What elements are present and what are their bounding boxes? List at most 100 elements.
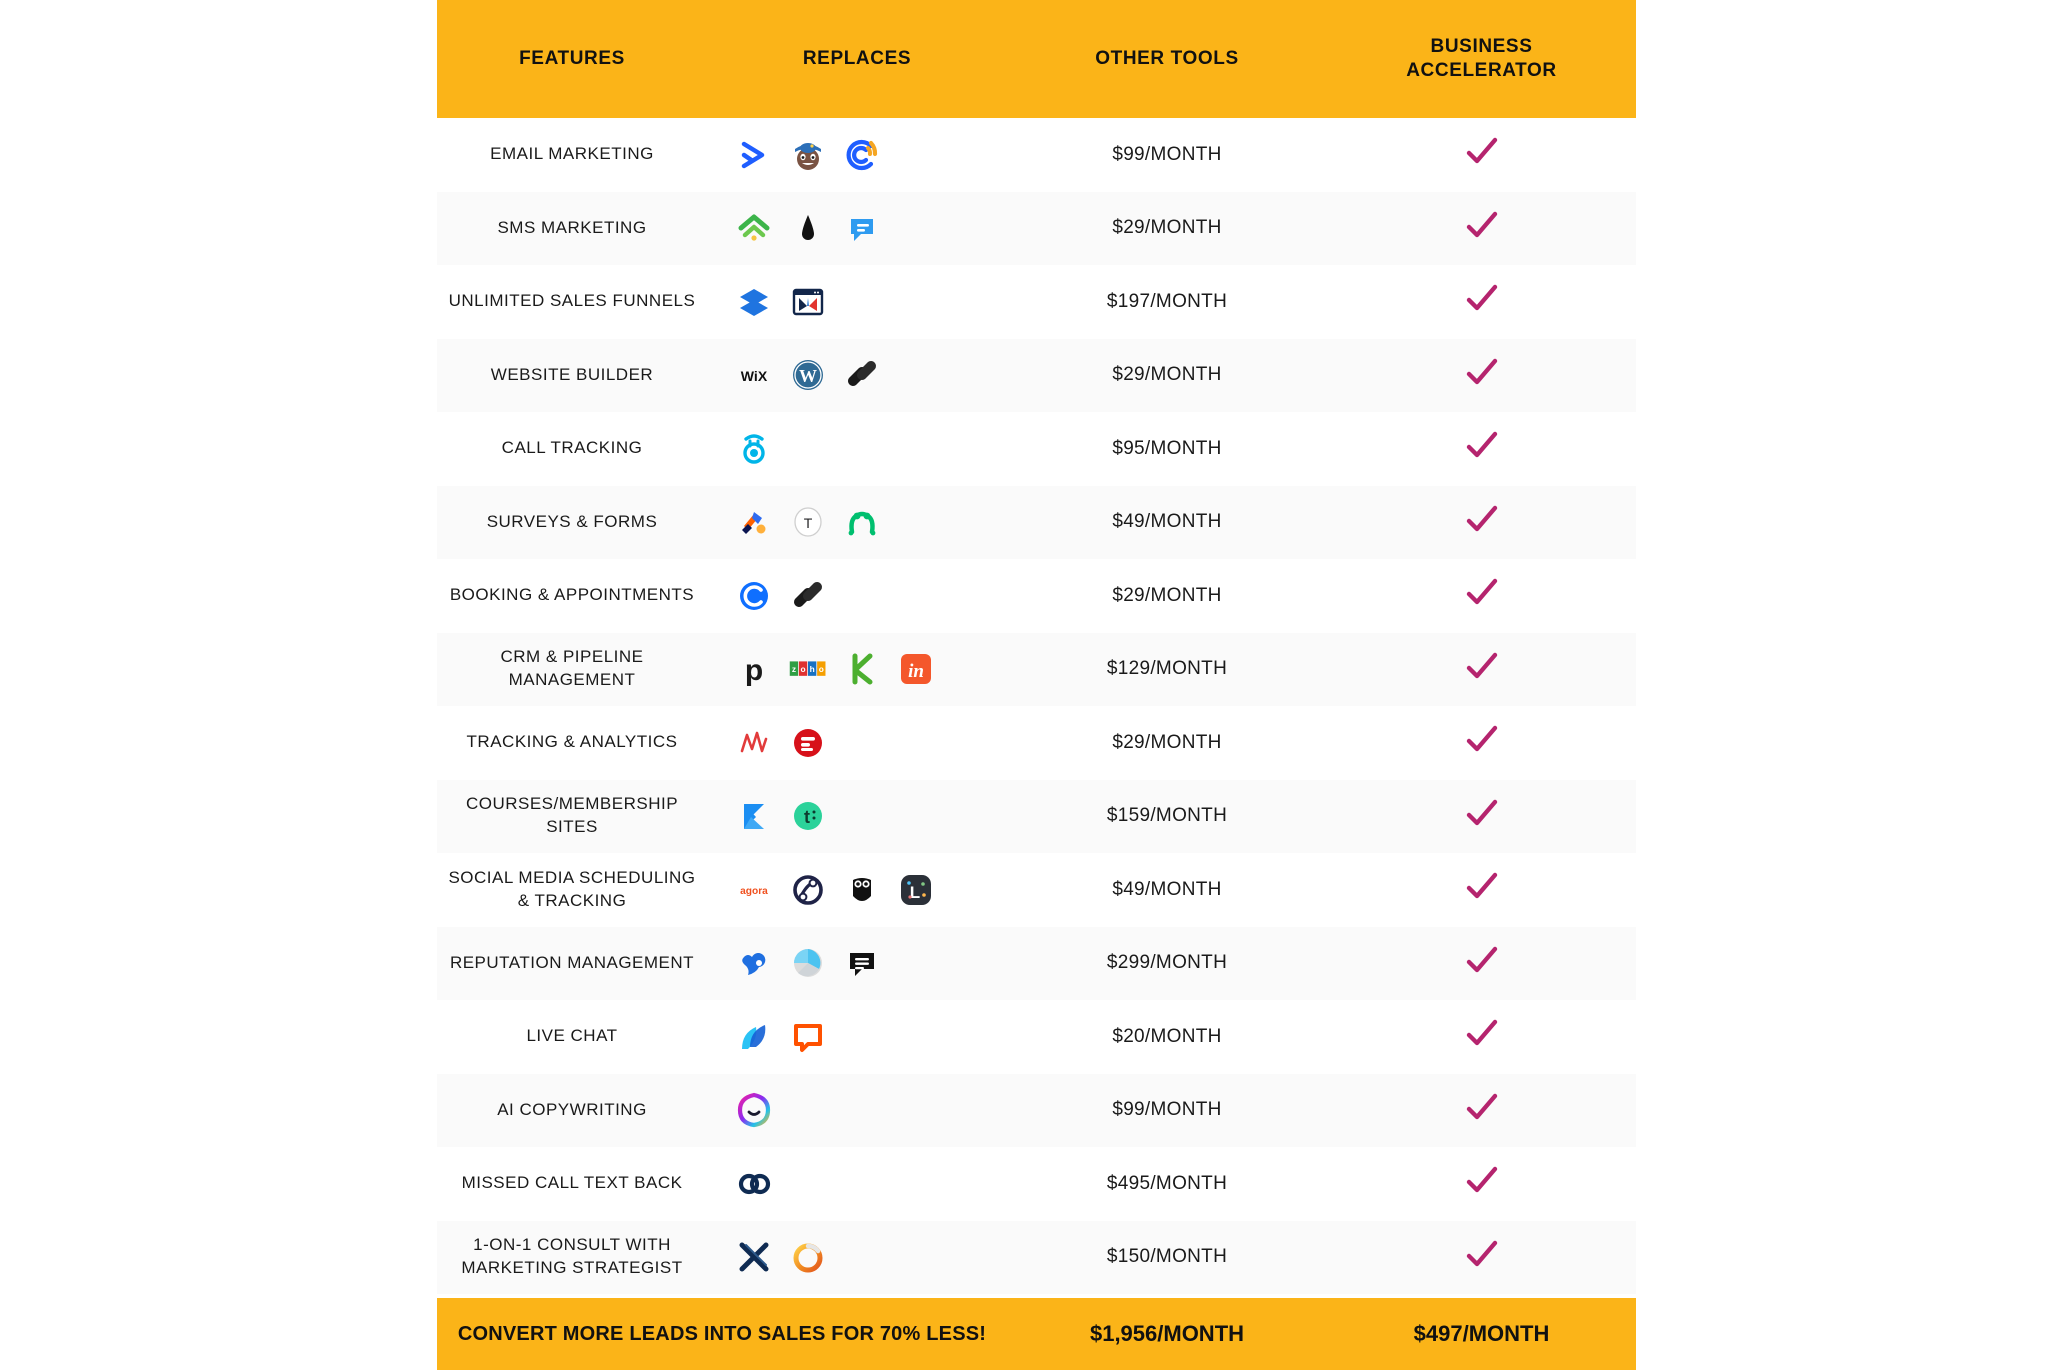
column-header-other-tools: OTHER TOOLS [1095,48,1239,70]
feature-name: MISSED CALL TEXT BACK [461,1173,683,1193]
feature-name: SURVEYS & FORMS [486,511,658,531]
comparison-table-page: FEATURES REPLACES OTHER TOOLS BUSINESS A… [0,0,2048,1372]
replaced-tools-logos [707,136,1007,174]
replaced-tools-logos: WiX W [707,356,1007,394]
business-accelerator-included [1327,723,1636,762]
business-accelerator-included [1327,209,1636,248]
table-row: SURVEYS & FORMS T $49/MONTH [437,485,1636,559]
birdeye-icon [735,944,773,982]
wix-icon: WiX [735,356,773,394]
table-row: SOCIAL MEDIA SCHEDULING & TRACKING agora L… [437,853,1636,927]
feature-name: 1-ON-1 CONSULT WITH MARKETING STRATEGIST [461,1235,683,1278]
kajabi-icon [735,797,773,835]
business-accelerator-included [1327,650,1636,689]
podium-icon [843,209,881,247]
table-row: COURSES/MEMBERSHIP SITES t $159/MONTH [437,779,1636,853]
other-tools-price: $299/MONTH [1106,952,1228,974]
calendly-icon [735,577,773,615]
constantcontact-icon [843,136,881,174]
svg-text:p: p [745,654,763,687]
table-row: 1-ON-1 CONSULT WITH MARKETING STRATEGIST… [437,1220,1636,1294]
column-header-features: FEATURES [519,48,625,70]
pricing-comparison-table: FEATURES REPLACES OTHER TOOLS BUSINESS A… [437,0,1636,1372]
feature-name: AI COPYWRITING [497,1099,647,1119]
column-header-replaces: REPLACES [802,48,912,70]
surveymonkey-icon [843,503,881,541]
other-tools-price: $95/MONTH [1112,437,1222,459]
svg-text:W: W [799,366,817,386]
business-accelerator-included [1327,356,1636,395]
jotform-icon [735,503,773,541]
svg-text:h: h [810,664,815,674]
replaced-tools-logos [707,430,1007,468]
table-row: CRM & PIPELINE MANAGEMENT p z o h o in $129/MON… [437,632,1636,706]
other-tools-price: $29/MONTH [1112,217,1222,239]
replaced-tools-logos [707,1165,1007,1203]
business-accelerator-included [1327,1017,1636,1056]
ring-icon [789,1238,827,1276]
sendible-icon [789,871,827,909]
agorapulse-icon: agora [735,871,773,909]
table-row: REPUTATION MANAGEMENT $299/MONTH [437,926,1636,1000]
svg-text:o: o [819,664,824,674]
other-tools-price: $197/MONTH [1106,290,1228,312]
feature-name: BOOKING & APPOINTMENTS [449,585,695,605]
svg-text:t: t [804,807,810,827]
feature-name: SOCIAL MEDIA SCHEDULING & TRACKING [448,867,696,910]
squarespace-icon [789,577,827,615]
pipedrive-icon: p [735,650,773,688]
teachable-icon: t [789,797,827,835]
other-tools-price: $49/MONTH [1112,511,1222,533]
svg-text:T: T [804,515,813,531]
jasper-icon [735,1091,773,1129]
footer-business-accelerator-total: $497/MONTH [1413,1321,1550,1346]
numa-icon [735,1165,773,1203]
table-header-row: FEATURES REPLACES OTHER TOOLS BUSINESS A… [437,0,1636,118]
drift-icon [735,1018,773,1056]
replaced-tools-logos [707,209,1007,247]
business-accelerator-included [1327,282,1636,321]
business-accelerator-included [1327,1091,1636,1130]
replaced-tools-logos [707,1238,1007,1276]
hyros-icon [789,724,827,762]
table-row: AI COPYWRITING $99/MONTH [437,1073,1636,1147]
replaced-tools-logos [707,724,1007,762]
table-body: EMAIL MARKETING $99/MONTH SMS MARKETING $29… [437,118,1636,1294]
replaced-tools-logos: t [707,797,1007,835]
replaced-tools-logos: agora L [707,871,1007,909]
livechat-icon [789,1018,827,1056]
insightly-icon: in [897,650,935,688]
business-accelerator-included [1327,429,1636,468]
svg-text:L: L [910,883,920,902]
other-tools-price: $159/MONTH [1106,805,1228,827]
feature-name: EMAIL MARKETING [490,144,654,164]
other-tools-price: $20/MONTH [1112,1025,1222,1047]
wicked-reports-icon [735,724,773,762]
ba-header-line2: ACCELERATOR [1406,60,1557,81]
typeform-icon: T [789,503,827,541]
business-accelerator-included [1327,944,1636,983]
other-tools-price: $29/MONTH [1112,731,1222,753]
replaced-tools-logos [707,944,1007,982]
business-accelerator-included [1327,1164,1636,1203]
other-tools-price: $129/MONTH [1106,658,1228,680]
ba-header-line1: BUSINESS [1430,36,1533,58]
feature-name: REPUTATION MANAGEMENT [449,952,695,972]
other-tools-price: $99/MONTH [1112,143,1222,165]
feature-name: COURSES/MEMBERSHIP SITES [465,794,679,837]
feature-name: CALL TRACKING [501,438,643,458]
attentive-icon [789,209,827,247]
feature-name: TRACKING & ANALYTICS [466,732,678,752]
business-accelerator-included [1327,576,1636,615]
hootsuite-icon [843,871,881,909]
replaced-tools-logos [707,577,1007,615]
table-row: SMS MARKETING $29/MONTH [437,191,1636,265]
table-row: BOOKING & APPOINTMENTS $29/MONTH [437,559,1636,633]
business-accelerator-included [1327,797,1636,836]
replaced-tools-logos: p z o h o in [707,650,1007,688]
activecampaign-icon [735,136,773,174]
replaced-tools-logos [707,1018,1007,1056]
xmark-icon [735,1238,773,1276]
feature-name: LIVE CHAT [526,1026,618,1046]
other-tools-price: $29/MONTH [1112,364,1222,386]
